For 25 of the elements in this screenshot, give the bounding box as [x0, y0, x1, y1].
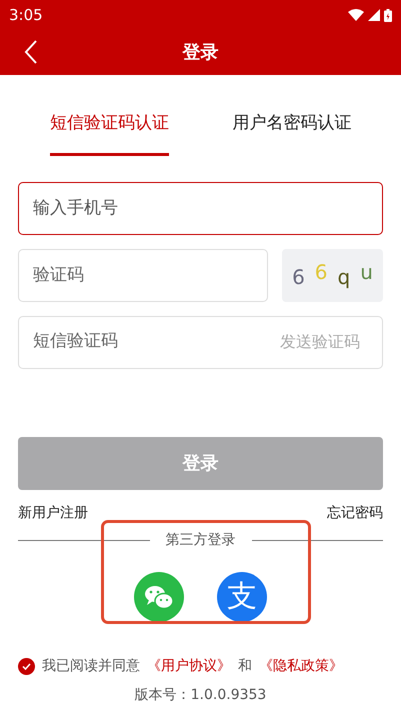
captcha-char: u	[360, 259, 373, 286]
login-tab[interactable]: 短信验证码认证	[50, 111, 169, 156]
agreement-text: 我已阅读并同意	[42, 656, 140, 676]
back-icon[interactable]	[24, 40, 38, 64]
login-tab[interactable]: 用户名密码认证	[232, 111, 352, 156]
privacy-policy-link[interactable]: 《隐私政策》	[259, 656, 343, 676]
and-text: 和	[238, 656, 252, 676]
captcha-char: 6	[314, 259, 328, 286]
captcha-image[interactable]: 6 6 q u	[282, 248, 383, 302]
checkbox[interactable]	[18, 658, 35, 674]
wifi-icon	[348, 9, 364, 21]
status-time: 3:05	[9, 4, 43, 26]
chat-bubbles-icon[interactable]	[134, 572, 184, 622]
header-title: 登录	[182, 41, 218, 65]
battery-icon	[384, 8, 392, 22]
alipay-button[interactable]: 支	[217, 572, 267, 622]
captcha-char: q	[338, 264, 350, 291]
captcha-char: 6	[292, 264, 305, 291]
register-link[interactable]: 新用户注册	[18, 502, 88, 524]
phone-input-field[interactable]: 输入手机号	[18, 182, 383, 234]
version-text: 版本号：1.0.0.9353	[134, 686, 266, 704]
captcha-input-field[interactable]: 验证码	[18, 248, 268, 302]
signal-icon	[368, 9, 380, 21]
forgot-password-link[interactable]: 忘记密码	[327, 502, 383, 524]
user-agreement-link[interactable]: 《用户协议》	[147, 656, 231, 676]
